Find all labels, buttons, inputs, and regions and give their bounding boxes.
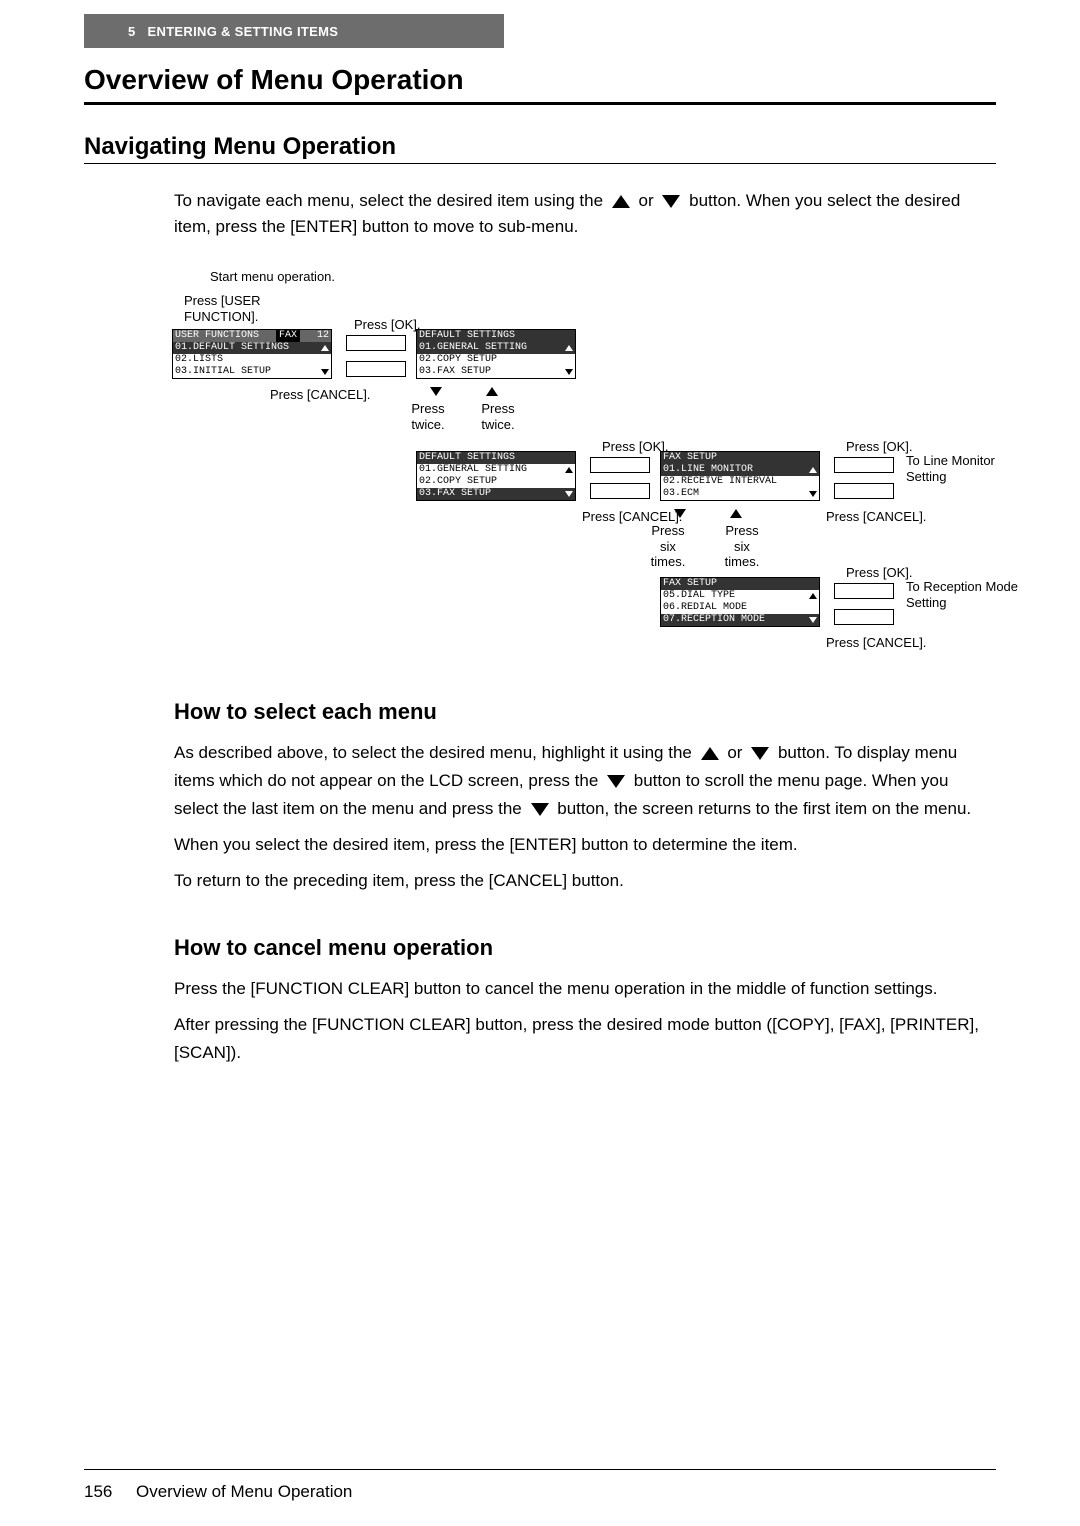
intro-text: To navigate each menu, select the desire… (174, 188, 996, 239)
lcd4-row1: 01.LINE MONITOR (661, 464, 819, 476)
flow-diagram: Start menu operation. Press [USER FUNCTI… (84, 269, 996, 669)
up-arrow-icon (612, 195, 630, 208)
label-cancel-4: Press [CANCEL]. (826, 635, 926, 651)
up-arrow-icon (565, 345, 573, 351)
up-arrow-icon (565, 467, 573, 473)
label-ok-1: Press [OK]. (354, 317, 420, 333)
down-arrow-icon (809, 491, 817, 497)
lcd-screen-2: DEFAULT SETTINGS 01.GENERAL SETTING 02.C… (416, 329, 576, 379)
down-arrow-icon (751, 747, 769, 760)
lcd4-row3: 03.ECM (661, 488, 819, 500)
label-cancel-1: Press [CANCEL]. (270, 387, 370, 403)
connector-box (346, 335, 406, 351)
intro-before: To navigate each menu, select the desire… (174, 191, 603, 210)
label-ok-4: Press [OK]. (846, 565, 912, 581)
down-arrow-icon (607, 775, 625, 788)
label-cancel-3: Press [CANCEL]. (826, 509, 926, 525)
label-user-func: Press [USER FUNCTION]. (184, 293, 274, 324)
down-arrow-icon (430, 387, 442, 396)
lcd1-title-right: 12 (317, 330, 329, 342)
lcd3-row3: 03.FAX SETUP (417, 488, 575, 500)
lcd4-header: FAX SETUP (661, 452, 819, 464)
label-twice-1: Press twice. (404, 401, 452, 432)
label-ok-2: Press [OK]. (602, 439, 668, 455)
lcd1-title-left: USER FUNCTIONS (175, 330, 259, 342)
lcd2-row3: 03.FAX SETUP (417, 366, 575, 378)
connector-box (834, 609, 894, 625)
up-arrow-icon (321, 345, 329, 351)
lcd1-row2: 02.LISTS (173, 354, 331, 366)
footer: 156 Overview of Menu Operation (84, 1482, 352, 1502)
label-six-2: Press six times. (718, 523, 766, 570)
connector-box (834, 583, 894, 599)
up-arrow-icon (701, 747, 719, 760)
down-arrow-icon (531, 803, 549, 816)
label-twice-2: Press twice. (474, 401, 522, 432)
lcd2-row2: 02.COPY SETUP (417, 354, 575, 366)
lcd-screen-4: FAX SETUP 01.LINE MONITOR 02.RECEIVE INT… (660, 451, 820, 501)
label-start: Start menu operation. (210, 269, 335, 285)
connector-box (590, 483, 650, 499)
cancel-para-1: Press the [FUNCTION CLEAR] button to can… (174, 975, 996, 1003)
connector-box (346, 361, 406, 377)
label-to-line-monitor: To Line Monitor Setting (906, 453, 1016, 484)
main-heading: Overview of Menu Operation (84, 64, 996, 105)
lcd1-row3: 03.INITIAL SETUP (173, 366, 331, 378)
cancel-heading: How to cancel menu operation (174, 935, 996, 961)
lcd1-header: USER FUNCTIONS FAX 12 (173, 330, 331, 342)
lcd3-header: DEFAULT SETTINGS (417, 452, 575, 464)
lcd5-header: FAX SETUP (661, 578, 819, 590)
select-p1b: or (727, 743, 742, 762)
lcd3-row1: 01.GENERAL SETTING (417, 464, 575, 476)
up-arrow-icon (809, 467, 817, 473)
label-ok-3: Press [OK]. (846, 439, 912, 455)
lcd1-row1: 01.DEFAULT SETTINGS (173, 342, 331, 354)
chapter-title: ENTERING & SETTING ITEMS (148, 24, 339, 39)
select-para-3: To return to the preceding item, press t… (174, 867, 996, 895)
select-heading: How to select each menu (174, 699, 996, 725)
connector-box (834, 457, 894, 473)
page-number: 156 (84, 1482, 112, 1501)
lcd5-row1: 05.DIAL TYPE (661, 590, 819, 602)
lcd3-row2: 02.COPY SETUP (417, 476, 575, 488)
cancel-para-2: After pressing the [FUNCTION CLEAR] butt… (174, 1011, 996, 1067)
select-para-1: As described above, to select the desire… (174, 739, 996, 823)
up-arrow-icon (809, 593, 817, 599)
label-to-reception: To Reception Mode Setting (906, 579, 1036, 610)
down-arrow-icon (674, 509, 686, 518)
select-para-2: When you select the desired item, press … (174, 831, 996, 859)
down-arrow-icon (321, 369, 329, 375)
down-arrow-icon (809, 617, 817, 623)
lcd5-row2: 06.REDIAL MODE (661, 602, 819, 614)
select-p1e: button, the screen returns to the first … (557, 799, 971, 818)
lcd-screen-1: USER FUNCTIONS FAX 12 01.DEFAULT SETTING… (172, 329, 332, 379)
footer-rule (84, 1469, 996, 1470)
down-arrow-icon (662, 195, 680, 208)
up-arrow-icon (486, 387, 498, 396)
select-p1a: As described above, to select the desire… (174, 743, 692, 762)
intro-mid: or (639, 191, 654, 210)
lcd5-row3: 07.RECEPTION MODE (661, 614, 819, 626)
down-arrow-icon (565, 369, 573, 375)
lcd4-row2: 02.RECEIVE INTERVAL (661, 476, 819, 488)
chapter-number: 5 (128, 24, 136, 39)
chapter-header: 5 ENTERING & SETTING ITEMS (84, 14, 504, 48)
sub-heading: Navigating Menu Operation (84, 133, 996, 164)
down-arrow-icon (565, 491, 573, 497)
connector-box (834, 483, 894, 499)
lcd2-row1: 01.GENERAL SETTING (417, 342, 575, 354)
lcd-screen-5: FAX SETUP 05.DIAL TYPE 06.REDIAL MODE 07… (660, 577, 820, 627)
lcd1-title-mid: FAX (276, 330, 300, 342)
label-six-1: Press six times. (644, 523, 692, 570)
up-arrow-icon (730, 509, 742, 518)
footer-section: Overview of Menu Operation (136, 1482, 352, 1501)
connector-box (590, 457, 650, 473)
lcd2-header: DEFAULT SETTINGS (417, 330, 575, 342)
lcd-screen-3: DEFAULT SETTINGS 01.GENERAL SETTING 02.C… (416, 451, 576, 501)
